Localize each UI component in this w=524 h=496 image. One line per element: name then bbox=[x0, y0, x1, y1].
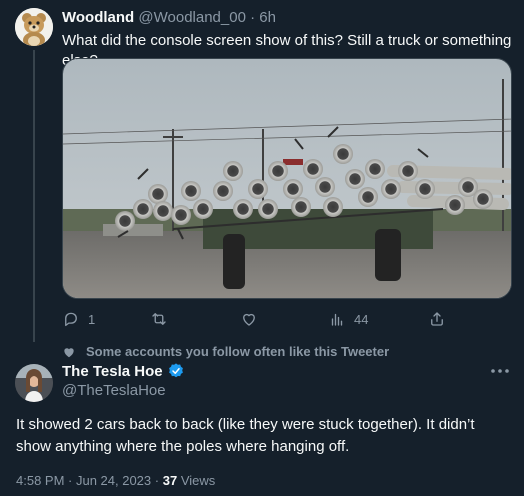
tweet1-author-name[interactable]: Woodland bbox=[62, 9, 134, 26]
tweet2-views-count: 37 bbox=[162, 473, 178, 488]
share-icon bbox=[431, 312, 443, 326]
more-options-icon[interactable] bbox=[490, 368, 510, 374]
social-context-text: Some accounts you follow often like this… bbox=[86, 344, 390, 359]
tweet2-author-name[interactable]: The Tesla Hoe bbox=[62, 363, 163, 380]
social-context: Some accounts you follow often like this… bbox=[62, 344, 389, 359]
like-action[interactable] bbox=[240, 310, 266, 328]
views-count: 44 bbox=[354, 311, 369, 327]
reply-action[interactable]: 1 bbox=[62, 310, 95, 328]
tweet1-author-handle[interactable]: @Woodland_00 bbox=[138, 9, 246, 26]
tweet1-action-bar: 1 44 bbox=[62, 310, 512, 330]
verified-badge-icon bbox=[168, 363, 183, 378]
reply-count: 1 bbox=[88, 311, 96, 327]
thread-connector-line bbox=[33, 50, 35, 342]
share-action[interactable] bbox=[428, 310, 446, 328]
tweet1-media-photo[interactable] bbox=[62, 58, 512, 299]
heart-icon bbox=[243, 313, 255, 326]
tweet2-author-handle[interactable]: @TheTeslaHoe bbox=[62, 382, 166, 399]
tweet2-author-name-row[interactable]: The Tesla Hoe bbox=[62, 362, 185, 380]
tweet1-time[interactable]: 6h bbox=[259, 9, 276, 26]
tweet2-meta: 4:58 PM · Jun 24, 2023 · 37 Views bbox=[16, 473, 215, 488]
reply-icon bbox=[65, 312, 77, 327]
tesla-hoe-avatar[interactable] bbox=[15, 364, 53, 402]
tweet1-separator: · bbox=[250, 9, 256, 26]
tweet1-header: Woodland @Woodland_00 · 6h bbox=[62, 9, 276, 26]
tweet2-views-label: Views bbox=[180, 473, 216, 488]
tweet2-text: It showed 2 cars back to back (like they… bbox=[16, 416, 475, 455]
views-action[interactable]: 44 bbox=[328, 310, 368, 328]
retweet-action[interactable] bbox=[150, 310, 176, 328]
retweet-icon bbox=[152, 313, 166, 325]
heart-icon bbox=[64, 347, 74, 357]
analytics-bar-icon bbox=[331, 313, 343, 326]
woodland-avatar[interactable] bbox=[15, 8, 53, 46]
tweet2-timestamp[interactable]: 4:58 PM · Jun 24, 2023 · bbox=[16, 473, 159, 488]
